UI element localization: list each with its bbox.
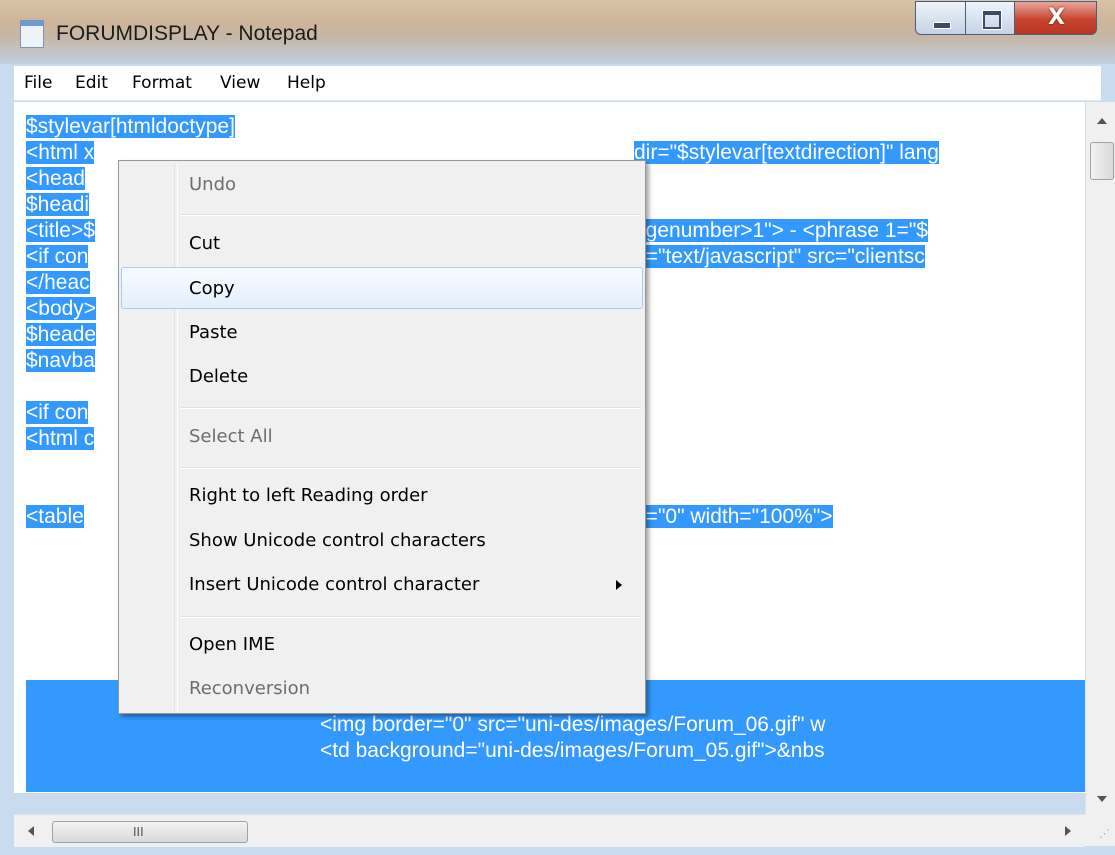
- context-menu-separator: [181, 467, 641, 469]
- editor-line: <title>$: [26, 219, 95, 242]
- horizontal-scroll-thumb[interactable]: III: [52, 821, 248, 843]
- menu-file[interactable]: File: [24, 66, 52, 100]
- context-menu-separator: [181, 214, 641, 216]
- menu-format[interactable]: Format: [132, 66, 192, 100]
- editor-line: </heac: [26, 271, 90, 294]
- context-menu-delete[interactable]: Delete: [121, 356, 643, 398]
- scroll-left-arrow-icon[interactable]: [28, 826, 34, 836]
- menu-view[interactable]: View: [220, 66, 260, 100]
- context-menu-open-ime[interactable]: Open IME: [121, 624, 643, 666]
- editor-line: $headi: [26, 193, 90, 216]
- editor-line-fragment: dir="$stylevar[textdirection]" lang: [634, 141, 939, 164]
- context-menu-rtl-reading-order[interactable]: Right to left Reading order: [121, 475, 643, 517]
- context-menu-cut[interactable]: Cut: [121, 223, 643, 265]
- scroll-down-arrow-icon[interactable]: [1097, 796, 1107, 802]
- context-menu-select-all[interactable]: Select All: [121, 416, 643, 458]
- menu-help[interactable]: Help: [287, 66, 326, 100]
- title-bar[interactable]: FORUMDISPLAY - Notepad X: [0, 0, 1115, 64]
- scroll-grip-icon: III: [133, 825, 144, 839]
- size-grip-icon: ⋰: [1099, 827, 1110, 840]
- editor-line: <img border="0" src="uni-des/images/Foru…: [320, 713, 826, 736]
- editor-line: <td background="uni-des/images/Forum_05.…: [320, 739, 825, 762]
- context-menu-undo[interactable]: Undo: [121, 164, 643, 206]
- editor-line: <if con: [26, 401, 89, 424]
- submenu-arrow-icon: [616, 580, 622, 590]
- context-menu-paste[interactable]: Paste: [121, 312, 643, 354]
- editor-line-fragment: g="0" width="100%">: [634, 505, 833, 528]
- window-title: FORUMDISPLAY - Notepad: [56, 22, 318, 45]
- editor-line: <html x: [26, 141, 95, 164]
- editor-line: $heade: [26, 323, 97, 346]
- maximize-icon: [983, 11, 1001, 29]
- context-menu: Undo Cut Copy Paste Delete Select All Ri…: [118, 160, 646, 714]
- context-menu-reconversion[interactable]: Reconversion: [121, 668, 643, 710]
- horizontal-scrollbar[interactable]: III: [14, 814, 1085, 847]
- editor-line-fragment: agenumber>1"> - <phrase 1="$: [634, 219, 928, 242]
- close-button[interactable]: X: [1014, 1, 1097, 35]
- menu-edit[interactable]: Edit: [75, 66, 108, 100]
- context-menu-insert-unicode-control[interactable]: Insert Unicode control character: [121, 564, 643, 606]
- scroll-up-arrow-icon[interactable]: [1097, 118, 1107, 124]
- editor-line: <table: [26, 505, 84, 528]
- size-grip[interactable]: ⋰: [1085, 814, 1115, 846]
- editor-line: <body>: [26, 297, 97, 320]
- editor-line: $stylevar[htmldoctype]: [26, 115, 235, 138]
- scroll-right-arrow-icon[interactable]: [1065, 826, 1071, 836]
- notepad-app-icon[interactable]: [20, 20, 44, 48]
- editor-line: $navba: [26, 349, 95, 372]
- context-menu-copy[interactable]: Copy: [121, 267, 643, 309]
- close-icon: X: [1048, 5, 1065, 30]
- context-menu-show-unicode-control[interactable]: Show Unicode control characters: [121, 520, 643, 562]
- maximize-button[interactable]: [965, 1, 1015, 35]
- context-menu-separator: [181, 616, 641, 618]
- minimize-icon: [933, 22, 951, 29]
- minimize-button[interactable]: [915, 1, 966, 35]
- notepad-window: FORUMDISPLAY - Notepad X File Edit Forma…: [0, 0, 1115, 855]
- editor-line-fragment: e="text/javascript" src="clientsc: [634, 245, 925, 268]
- menu-bar: File Edit Format View Help: [14, 66, 1101, 101]
- context-menu-separator: [181, 407, 641, 409]
- editor-line: <if con: [26, 245, 89, 268]
- editor-line: <html c: [26, 427, 95, 450]
- vertical-scrollbar[interactable]: [1085, 102, 1115, 814]
- editor-line: <head: [26, 167, 85, 190]
- vertical-scroll-thumb[interactable]: [1090, 142, 1114, 180]
